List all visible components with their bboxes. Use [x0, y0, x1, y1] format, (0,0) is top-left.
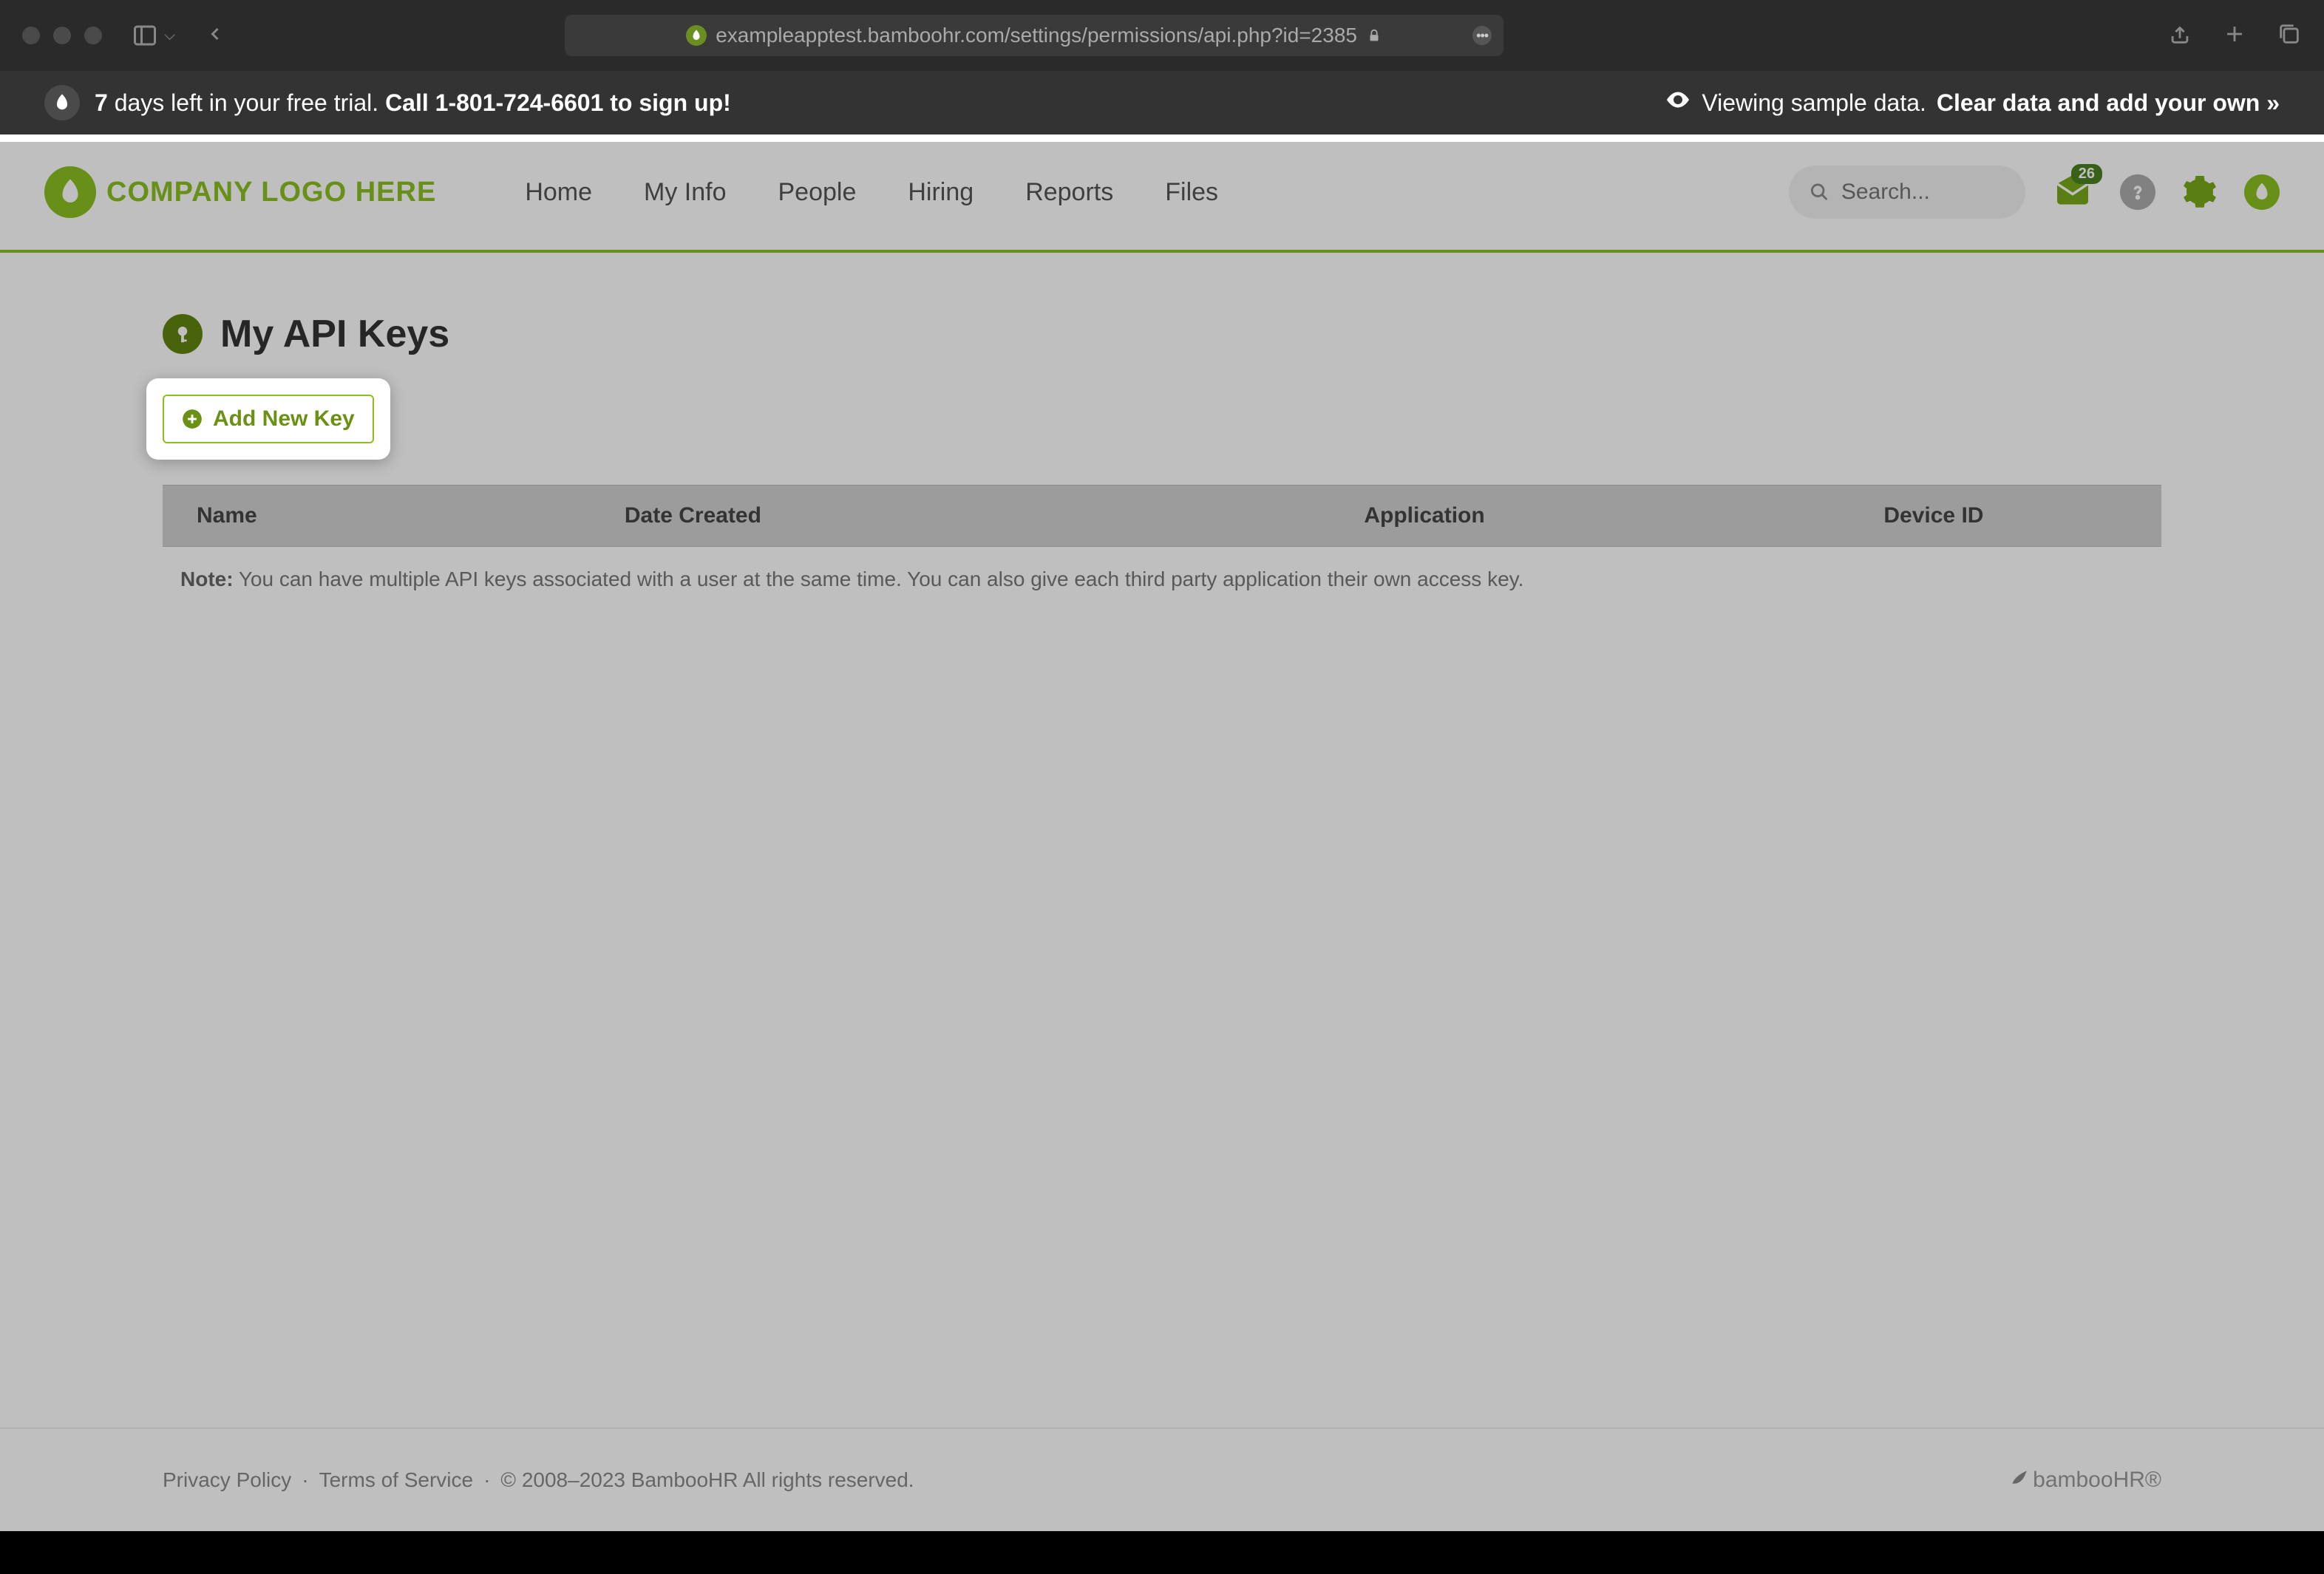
table-header-row: Name Date Created Application Device ID — [163, 486, 2161, 547]
search-icon — [1810, 180, 1829, 204]
company-logo[interactable]: COMPANY LOGO HERE — [44, 166, 436, 218]
settings-button[interactable] — [2182, 174, 2218, 210]
bamboohr-footer-logo: bambooHR® — [2009, 1468, 2161, 1493]
logo-text: COMPANY LOGO HERE — [106, 177, 436, 208]
col-date-created: Date Created — [602, 486, 1342, 547]
url-bar[interactable]: exampleapptest.bamboohr.com/settings/per… — [565, 15, 1504, 56]
col-device-id: Device ID — [1861, 486, 2161, 547]
copyright-text: © 2008–2023 BambooHR All rights reserved… — [500, 1468, 914, 1492]
gear-icon — [2182, 173, 2218, 211]
terms-link[interactable]: Terms of Service — [319, 1468, 474, 1492]
close-window-button[interactable] — [22, 27, 40, 44]
question-icon — [2127, 182, 2148, 202]
nav-reports[interactable]: Reports — [1025, 178, 1113, 207]
url-text: exampleapptest.bamboohr.com/settings/per… — [716, 24, 1357, 47]
nav-people[interactable]: People — [778, 178, 857, 207]
clear-data-link[interactable]: Clear data and add your own » — [1937, 89, 2280, 117]
new-tab-button[interactable] — [2222, 21, 2247, 50]
sample-data-text: Viewing sample data. — [1702, 89, 1926, 117]
plus-icon — [2222, 21, 2247, 47]
col-application: Application — [1342, 486, 1861, 547]
eye-icon — [1665, 86, 1691, 119]
page-content: My API Keys Add New Key Name Date Create… — [0, 253, 2324, 1428]
add-new-key-label: Add New Key — [213, 406, 355, 432]
share-icon — [2167, 21, 2192, 47]
chevron-down-icon: ⌵ — [164, 27, 175, 44]
note-text: Note: You can have multiple API keys ass… — [163, 547, 2161, 612]
page-title: My API Keys — [220, 312, 449, 356]
browser-back-button[interactable] — [205, 24, 225, 48]
inbox-badge: 26 — [2071, 164, 2102, 184]
minimize-window-button[interactable] — [53, 27, 71, 44]
site-favicon — [686, 25, 707, 46]
main-nav: Home My Info People Hiring Reports Files — [525, 178, 1218, 207]
brand-mark-icon — [44, 85, 80, 120]
help-button[interactable] — [2120, 174, 2155, 210]
logo-mark-icon — [44, 166, 96, 218]
browser-chrome: ⌵ exampleapptest.bamboohr.com/settings/p… — [0, 0, 2324, 71]
nav-files[interactable]: Files — [1165, 178, 1218, 207]
url-more-button[interactable]: ••• — [1472, 26, 1492, 45]
search-box[interactable] — [1789, 166, 2025, 219]
footer: Privacy Policy · Terms of Service · © 20… — [0, 1428, 2324, 1531]
user-avatar[interactable] — [2244, 174, 2280, 210]
inbox-button[interactable]: 26 — [2052, 170, 2093, 215]
nav-home[interactable]: Home — [525, 178, 592, 207]
maximize-window-button[interactable] — [84, 27, 102, 44]
sidebar-toggle[interactable]: ⌵ — [132, 22, 175, 49]
chevron-left-icon — [205, 24, 225, 44]
lock-icon — [1366, 27, 1382, 44]
tabs-icon — [2277, 21, 2302, 47]
trial-days-left: 7 days left in your free trial. Call 1-8… — [95, 89, 731, 117]
privacy-policy-link[interactable]: Privacy Policy — [163, 1468, 291, 1492]
key-icon — [163, 314, 203, 354]
window-controls — [22, 27, 102, 44]
leaf-icon — [2251, 181, 2273, 203]
tabs-overview-button[interactable] — [2277, 21, 2302, 50]
app-header: COMPANY LOGO HERE Home My Info People Hi… — [0, 134, 2324, 253]
leaf-mark-icon — [2009, 1468, 2028, 1493]
plus-circle-icon — [182, 409, 203, 429]
add-key-spotlight: Add New Key — [146, 378, 390, 460]
api-keys-table: Name Date Created Application Device ID — [163, 485, 2161, 547]
col-name: Name — [163, 486, 602, 547]
nav-hiring[interactable]: Hiring — [908, 178, 974, 207]
nav-my-info[interactable]: My Info — [644, 178, 726, 207]
trial-banner: 7 days left in your free trial. Call 1-8… — [0, 71, 2324, 134]
add-new-key-button[interactable]: Add New Key — [163, 395, 374, 443]
share-button[interactable] — [2167, 21, 2192, 50]
search-input[interactable] — [1841, 180, 2005, 205]
sidebar-icon — [132, 22, 158, 49]
